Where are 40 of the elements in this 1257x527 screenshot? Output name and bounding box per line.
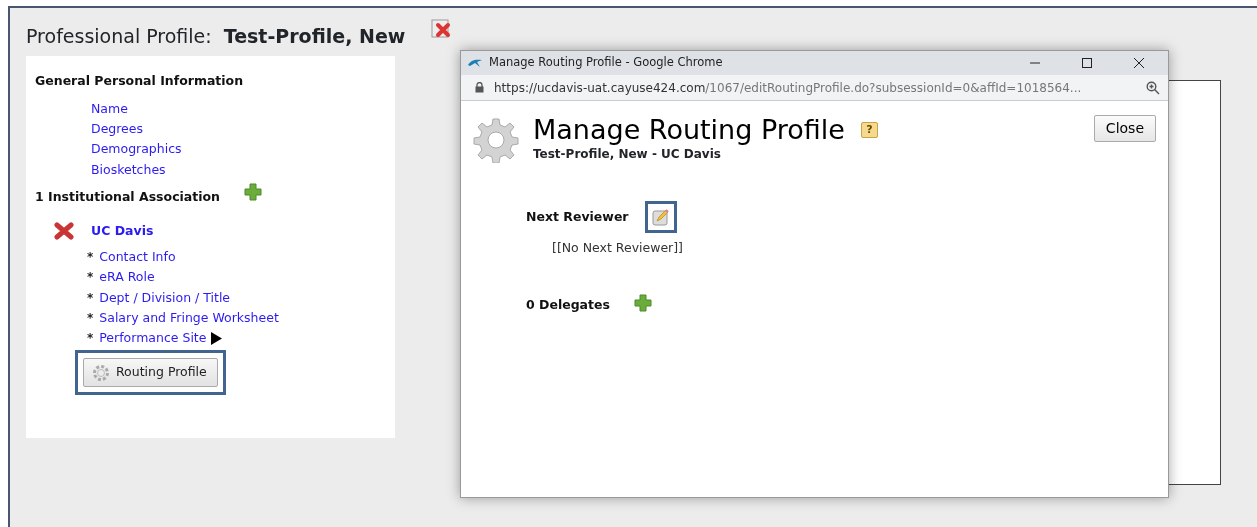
nav-link[interactable]: Degrees (91, 121, 143, 137)
close-button[interactable]: Close (1093, 115, 1156, 142)
edit-icon[interactable] (651, 208, 670, 226)
gear-icon (92, 363, 110, 382)
add-icon[interactable] (244, 183, 262, 202)
nav-link[interactable]: Name (91, 100, 128, 116)
nav-link[interactable]: Demographics (91, 141, 182, 157)
nav-link[interactable]: Dept / Division / Title (99, 287, 231, 308)
asterisk: * (87, 269, 94, 287)
institution-link[interactable]: UC Davis (91, 220, 154, 241)
gear-icon (473, 117, 519, 163)
dialog-subheading: Test-Profile, New - UC Davis (533, 146, 722, 163)
field-label: 0 Delegates (526, 295, 610, 314)
asterisk: * (87, 249, 94, 266)
nav-link[interactable]: Performance Site (99, 328, 207, 349)
routing-profile-button[interactable]: Routing Profile (83, 358, 218, 388)
section-heading: 1 Institutional Association (35, 187, 220, 206)
asterisk: * (87, 330, 94, 348)
nav-link[interactable]: Biosketches (91, 161, 166, 177)
app-logo-icon (467, 58, 483, 68)
lock-icon (475, 82, 484, 93)
nav-link[interactable]: eRA Role (99, 267, 155, 288)
field-value: [[No Next Reviewer]] (552, 239, 684, 257)
profile-name: Test-Profile, New (223, 23, 406, 49)
page-title-label: Professional Profile: (26, 23, 212, 49)
asterisk: * (87, 289, 94, 307)
expand-arrow-icon[interactable] (210, 331, 224, 345)
maximize-icon[interactable] (1081, 57, 1093, 69)
dialog-heading: Manage Routing Profile (533, 115, 845, 145)
section-heading: General Personal Information (35, 72, 245, 90)
asterisk: * (87, 309, 94, 327)
help-icon[interactable]: ? (860, 122, 878, 138)
close-icon[interactable] (1133, 57, 1145, 69)
nav-link[interactable]: Contact Info (99, 247, 176, 268)
nav-link[interactable]: Salary and Fringe Worksheet (99, 307, 279, 329)
delete-icon[interactable] (53, 221, 75, 240)
field-label: Next Reviewer (526, 207, 629, 226)
zoom-icon[interactable] (1146, 80, 1160, 95)
window-title: Manage Routing Profile - Google Chrome (489, 54, 723, 72)
add-icon[interactable] (633, 294, 652, 313)
